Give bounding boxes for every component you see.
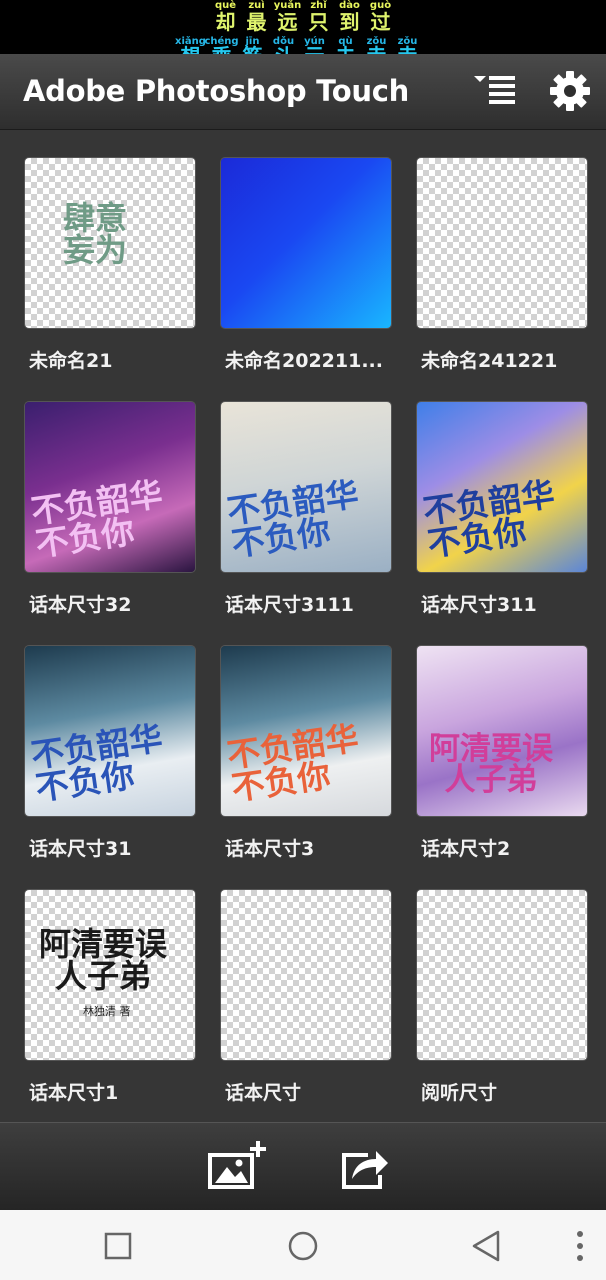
project-name: 话本尺寸32	[29, 594, 132, 616]
lyric-syllable: zuì 最	[246, 0, 267, 34]
project-name: 话本尺寸2	[421, 838, 511, 860]
project-thumbnail[interactable]: 阿清要误 人子弟	[417, 646, 587, 816]
project-name: 话本尺寸1	[29, 1082, 119, 1104]
project-grid: 肆意 妄为 未命名21 未命名202211... 未命名241221 不负韶华 …	[0, 130, 606, 1122]
recents-button[interactable]	[98, 1226, 138, 1266]
project-card[interactable]: 阿清要误 人子弟 林独清 著 话本尺寸1	[25, 890, 195, 1105]
sort-button[interactable]	[470, 70, 518, 110]
lyric-syllable: què 却	[214, 0, 237, 34]
more-dots-icon	[577, 1231, 583, 1261]
project-thumbnail[interactable]: 不负韶华 不负你	[25, 646, 195, 816]
project-thumbnail[interactable]	[417, 890, 587, 1060]
app-title: Adobe Photoshop Touch	[23, 74, 409, 108]
triangle-back-icon	[472, 1230, 500, 1262]
project-name: 话本尺寸	[225, 1082, 302, 1104]
lyric-syllable: yuǎn 远	[273, 0, 302, 34]
project-thumbnail[interactable]	[221, 158, 391, 328]
project-thumbnail[interactable]	[221, 890, 391, 1060]
project-card[interactable]: 未命名202211...	[221, 158, 391, 373]
project-card[interactable]: 不负韶华 不负你 话本尺寸32	[25, 402, 195, 617]
share-icon	[342, 1151, 388, 1189]
thumbnail-art-text: 阿清要误 人子弟	[39, 925, 168, 995]
thumbnail-art-text: 不负韶华 不负你	[224, 474, 361, 564]
project-thumbnail[interactable]: 肆意 妄为	[25, 158, 195, 328]
sort-list-icon	[474, 76, 515, 104]
add-image-button[interactable]	[206, 1139, 266, 1195]
project-thumbnail[interactable]: 不负韶华 不负你	[221, 402, 391, 572]
add-image-icon	[208, 1141, 266, 1189]
gear-icon	[550, 71, 590, 111]
project-card[interactable]: 阿清要误 人子弟 话本尺寸2	[417, 646, 587, 861]
project-thumbnail[interactable]: 不负韶华 不负你	[25, 402, 195, 572]
project-card[interactable]: 话本尺寸	[221, 890, 391, 1105]
project-thumbnail[interactable]	[417, 158, 587, 328]
project-card[interactable]: 不负韶华 不负你 话本尺寸3111	[221, 402, 391, 617]
project-thumbnail[interactable]: 不负韶华 不负你	[417, 402, 587, 572]
app-header: Adobe Photoshop Touch	[0, 54, 606, 130]
project-name: 话本尺寸31	[29, 838, 132, 860]
project-name: 未命名21	[29, 350, 113, 372]
project-name: 话本尺寸3111	[225, 594, 354, 616]
system-nav-bar	[0, 1210, 606, 1280]
project-card[interactable]: 未命名241221	[417, 158, 587, 373]
thumbnail-art-text: 不负韶华 不负你	[420, 474, 557, 564]
thumbnail-art-text: 阿清要误 人子弟	[429, 731, 553, 798]
back-button[interactable]	[466, 1226, 506, 1266]
project-thumbnail[interactable]: 阿清要误 人子弟 林独清 著	[25, 890, 195, 1060]
thumbnail-author-text: 林独清 著	[83, 1005, 131, 1018]
project-name: 话本尺寸311	[421, 594, 537, 616]
thumbnail-art-text: 肆意 妄为	[63, 199, 128, 269]
status-bar: què却 zuì最 yuǎn远 zhǐ只 dào到 guò过 xiǎng想 ch…	[0, 0, 606, 67]
circle-icon	[288, 1231, 318, 1261]
lyric-line-1: què 却 zuì 最 yuǎn 远 zhǐ 只 dào 到 guò 过	[0, 0, 606, 33]
project-card[interactable]: 不负韶华 不负你 话本尺寸31	[25, 646, 195, 861]
square-icon	[104, 1232, 132, 1260]
project-name: 阅听尺寸	[421, 1082, 498, 1104]
lyric-syllable: guò 过	[369, 0, 392, 34]
project-card[interactable]: 阅听尺寸	[417, 890, 587, 1105]
bottom-toolbar	[0, 1122, 606, 1210]
settings-button[interactable]	[547, 68, 593, 114]
thumbnail-art-text: 不负韶华 不负你	[224, 718, 361, 808]
lyric-syllable: dào 到	[339, 0, 360, 34]
share-button[interactable]	[338, 1139, 398, 1195]
thumbnail-art-text: 不负韶华 不负你	[28, 474, 165, 564]
project-name: 话本尺寸3	[225, 838, 315, 860]
project-name: 未命名202211...	[225, 350, 383, 372]
project-name: 未命名241221	[421, 350, 558, 372]
project-thumbnail[interactable]: 不负韶华 不负你	[221, 646, 391, 816]
more-options-button[interactable]	[568, 1226, 592, 1266]
thumbnail-art-text: 不负韶华 不负你	[28, 718, 165, 808]
home-button[interactable]	[283, 1226, 323, 1266]
project-card[interactable]: 肆意 妄为 未命名21	[25, 158, 195, 373]
lyric-syllable: zhǐ 只	[308, 0, 329, 34]
project-card[interactable]: 不负韶华 不负你 话本尺寸3	[221, 646, 391, 861]
project-card[interactable]: 不负韶华 不负你 话本尺寸311	[417, 402, 587, 617]
